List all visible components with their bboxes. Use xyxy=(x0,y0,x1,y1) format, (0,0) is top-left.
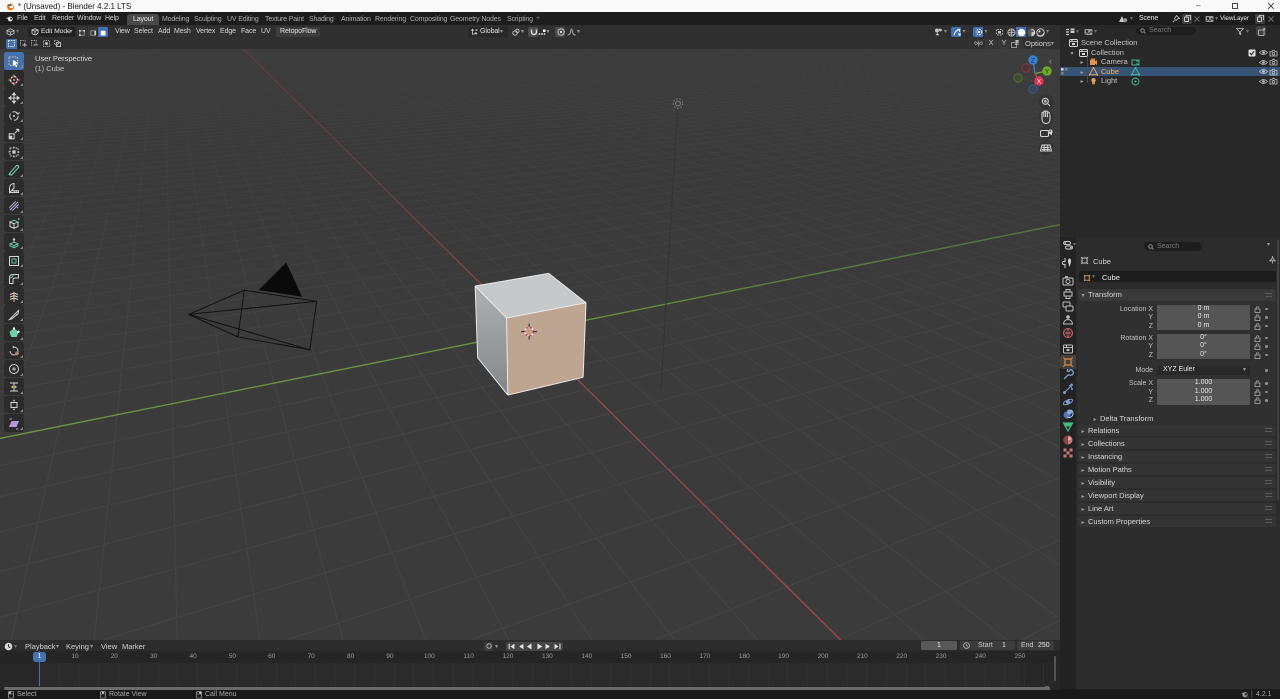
svg-text:Z: Z xyxy=(1031,57,1035,64)
svg-text:X: X xyxy=(1037,78,1042,85)
svg-text:Y: Y xyxy=(1045,68,1050,75)
